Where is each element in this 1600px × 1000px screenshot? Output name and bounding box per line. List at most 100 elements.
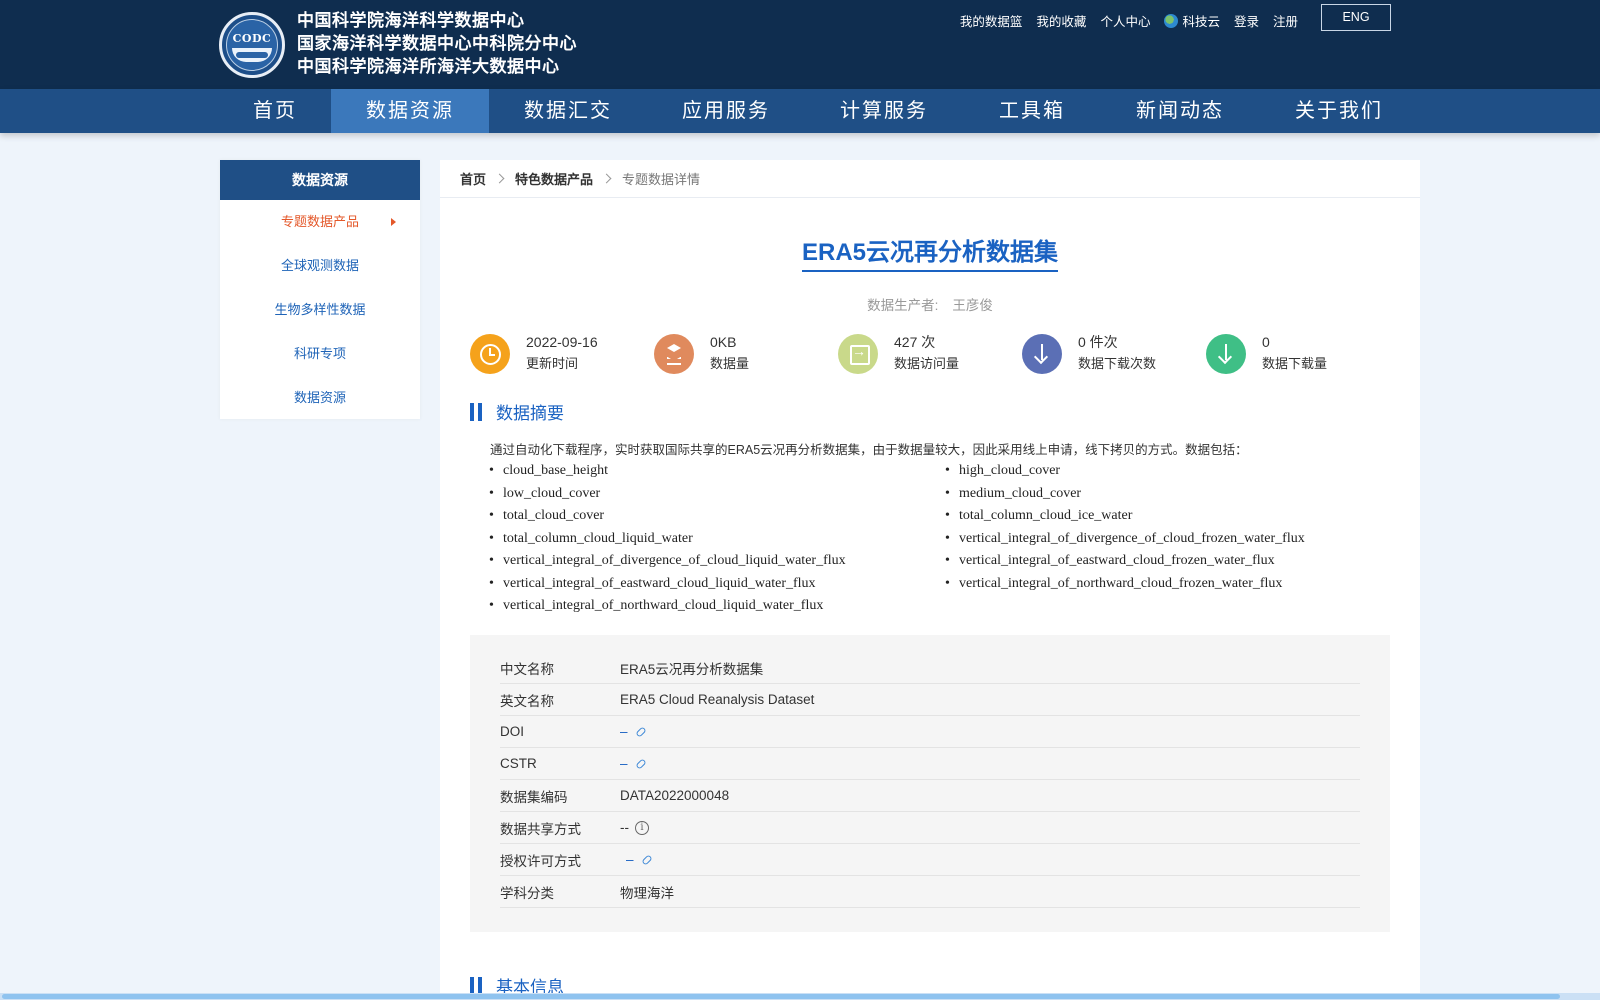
list-item: • vertical_integral_of_divergence_of_clou… — [489, 553, 846, 568]
link-data-basket[interactable]: 我的数据篮 — [960, 11, 1023, 30]
meta-key: 中文名称 — [500, 661, 554, 677]
logo-text: CODC — [232, 31, 272, 45]
list-item: • total_column_cloud_liquid_water — [489, 530, 693, 546]
download-icon — [1022, 334, 1062, 374]
sidebar-item-research[interactable]: 科研专项 — [220, 332, 420, 376]
license-link[interactable]: – — [626, 852, 634, 867]
list-item: • vertical_integral_of_northward_cloud_li… — [489, 598, 824, 613]
doi-link[interactable]: – — [620, 724, 628, 739]
meta-value: -- — [620, 820, 629, 835]
list-item: • vertical_integral_of_northward_cloud_fr… — [945, 575, 1283, 591]
sidebar-item-global-obs[interactable]: 全球观测数据 — [220, 244, 420, 288]
list-item: • cloud_base_height — [489, 463, 608, 478]
meta-key: 学科分类 — [500, 885, 554, 901]
meta-value: ERA5云况再分析数据集 — [620, 661, 764, 677]
table-row: 中文名称 ERA5云况再分析数据集 — [500, 652, 1360, 684]
table-row: 授权许可方式 – — [500, 844, 1360, 876]
link-icon[interactable] — [640, 853, 653, 866]
list-item: • low_cloud_cover — [489, 485, 601, 501]
sidebar-item-data-resources[interactable]: 数据资源 — [220, 376, 420, 420]
stat-value: 0 — [1262, 334, 1270, 350]
stat-visits: 427 次数据访问量 — [838, 332, 1022, 376]
nav-data-submission[interactable]: 数据汇交 — [489, 89, 647, 133]
stat-value: 2022-09-16 — [526, 334, 598, 350]
site-logo[interactable]: CODC 中国科学院海洋科学数据中心 国家海洋科学数据中心中科院分中心 中国科学… — [219, 10, 577, 79]
codc-seal-icon: CODC — [219, 11, 285, 78]
table-row: DOI – — [500, 716, 1360, 748]
link-login[interactable]: 登录 — [1234, 11, 1259, 30]
sidebar-item-thematic[interactable]: 专题数据产品 — [220, 200, 420, 244]
stat-value: 0 件次 — [1078, 334, 1118, 350]
table-row: 英文名称 ERA5 Cloud Reanalysis Dataset — [500, 684, 1360, 716]
nav-app-services[interactable]: 应用服务 — [647, 89, 805, 133]
link-cstcloud-label: 科技云 — [1182, 14, 1220, 29]
meta-key: CSTR — [500, 756, 537, 771]
section-title-text: 数据摘要 — [496, 404, 564, 423]
stat-data-size: 0KB 数据量 — [654, 332, 838, 376]
scrollbar-thumb[interactable] — [2, 994, 1560, 999]
main-nav: 首页 数据资源 数据汇交 应用服务 计算服务 工具箱 新闻动态 关于我们 — [0, 89, 1600, 133]
producer-line: 数据生产者: 王彦俊 — [440, 294, 1420, 314]
table-row: 数据共享方式 -- i — [500, 812, 1360, 844]
info-icon[interactable]: i — [635, 820, 649, 835]
logo-name-2: 国家海洋科学数据中心中科院分中心 — [297, 34, 577, 54]
link-cstcloud[interactable]: 科技云 — [1164, 11, 1220, 30]
nav-compute-services[interactable]: 计算服务 — [805, 89, 963, 133]
chevron-right-icon — [494, 173, 505, 184]
chevron-right-icon — [601, 173, 612, 184]
site-header: CODC 中国科学院海洋科学数据中心 国家海洋科学数据中心中科院分中心 中国科学… — [0, 0, 1600, 89]
link-icon[interactable] — [634, 757, 647, 770]
summary-intro: 通过自动化下载程序，实时获取国际共享的ERA5云况再分析数据集，由于数据量较大，… — [490, 443, 1248, 457]
page-title: ERA5云况再分析数据集 — [801, 232, 1059, 272]
table-row: 数据集编码 DATA2022000048 — [500, 780, 1360, 812]
list-item: • vertical_integral_of_eastward_cloud_fro… — [945, 553, 1275, 568]
clock-icon — [470, 334, 510, 374]
meta-key: 授权许可方式 — [500, 853, 581, 869]
meta-key: 数据共享方式 — [500, 821, 581, 837]
sidebar-item-biodiversity[interactable]: 生物多样性数据 — [220, 288, 420, 332]
nav-home[interactable]: 首页 — [219, 89, 331, 133]
lang-eng-button[interactable]: ENG — [1321, 4, 1391, 31]
link-user-center[interactable]: 个人中心 — [1100, 11, 1150, 30]
nav-about[interactable]: 关于我们 — [1259, 89, 1419, 133]
link-icon[interactable] — [634, 725, 647, 738]
nav-data-resources[interactable]: 数据资源 — [331, 89, 489, 133]
enter-icon — [838, 334, 878, 374]
section-bar-icon — [470, 976, 482, 995]
stat-update-time: 2022-09-16 更新时间 — [470, 332, 654, 376]
logo-name-3: 中国科学院海洋所海洋大数据中心 — [297, 57, 560, 77]
stat-label: 数据下载量 — [1262, 356, 1328, 371]
stat-download-count: 0 件次数据下载次数 — [1022, 332, 1206, 376]
breadcrumb-current: 专题数据详情 — [622, 172, 701, 187]
nav-toolbox[interactable]: 工具箱 — [963, 89, 1101, 133]
caret-right-icon — [391, 218, 396, 226]
breadcrumb-home[interactable]: 首页 — [460, 169, 486, 188]
sidebar-item-label: 专题数据产品 — [280, 214, 359, 229]
horizontal-scrollbar[interactable] — [0, 993, 1600, 1000]
stat-value: 0KB — [710, 334, 737, 350]
stat-label: 数据下载次数 — [1078, 356, 1157, 371]
breadcrumb-section[interactable]: 特色数据产品 — [515, 169, 593, 188]
stat-label: 数据量 — [710, 356, 750, 371]
meta-key: DOI — [500, 724, 525, 739]
meta-value: 物理海洋 — [620, 885, 674, 901]
sidebar-title: 数据资源 — [220, 160, 420, 200]
producer-name[interactable]: 王彦俊 — [952, 298, 993, 313]
section-bar-icon — [470, 402, 482, 421]
list-item: • total_column_cloud_ice_water — [945, 508, 1133, 523]
table-row: CSTR – — [500, 748, 1360, 780]
globe-icon — [1164, 13, 1179, 28]
breadcrumb: 首页 特色数据产品 专题数据详情 — [440, 160, 1420, 198]
link-favorites[interactable]: 我的收藏 — [1036, 11, 1086, 30]
cstr-link[interactable]: – — [620, 756, 628, 771]
section-summary-title: 数据摘要 — [470, 399, 564, 424]
logo-name-1: 中国科学院海洋科学数据中心 — [297, 11, 525, 31]
list-item: • high_cloud_cover — [945, 463, 1061, 478]
param-list: • cloud_base_height • high_cloud_cover • low_… — [489, 460, 1369, 618]
download-icon — [1206, 334, 1246, 374]
nav-news[interactable]: 新闻动态 — [1101, 89, 1259, 133]
link-register[interactable]: 注册 — [1273, 11, 1298, 30]
meta-table: 中文名称 ERA5云况再分析数据集 英文名称 ERA5 Cloud Reanal… — [470, 635, 1390, 932]
meta-key: 数据集编码 — [500, 789, 568, 805]
list-item: • vertical_integral_of_eastward_cloud_liq… — [489, 575, 816, 591]
